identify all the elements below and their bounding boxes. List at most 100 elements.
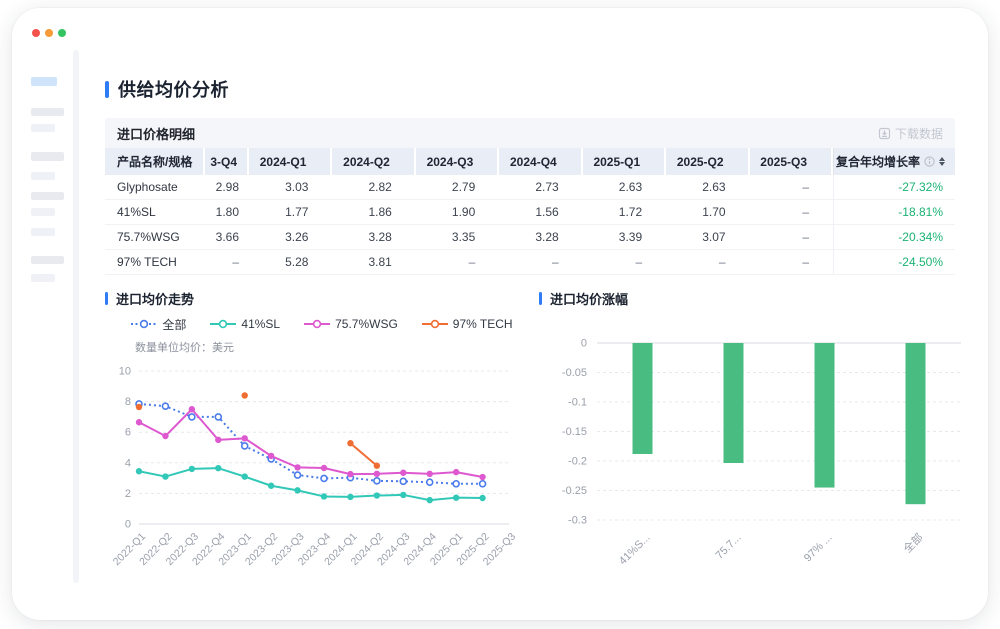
sidebar-item[interactable]	[31, 192, 64, 200]
chart-accent-bar	[539, 292, 542, 305]
line-chart-title: 进口均价走势	[116, 289, 194, 308]
price-cell: –	[583, 250, 666, 275]
cagr-cell: -20.34%	[833, 225, 955, 250]
table-body: Glyphosate2.983.032.822.792.732.632.63–-…	[105, 175, 955, 275]
bar-chart-panel: 进口均价涨幅 0-0.05-0.1-0.15-0.2-0.25-0.341%S.…	[539, 289, 967, 577]
price-cell: –	[666, 250, 749, 275]
download-data-button[interactable]: 下载数据	[878, 125, 943, 142]
svg-text:全部: 全部	[900, 530, 925, 555]
sort-icon[interactable]	[939, 157, 945, 166]
product-name-cell: 41%SL	[105, 200, 205, 225]
legend-item[interactable]: 97% TECH	[422, 317, 513, 331]
sidebar-item[interactable]	[31, 152, 64, 161]
app-window: 供给均价分析 进口价格明细 下载数据 产品名称/规格3-Q42024-Q1202…	[12, 8, 988, 620]
legend-marker-icon	[210, 319, 236, 329]
column-header: 2024-Q2	[332, 148, 415, 175]
column-header: 3-Q4	[205, 148, 249, 175]
sidebar-item[interactable]	[31, 124, 55, 132]
price-cell: 1.56	[499, 200, 582, 225]
legend-item[interactable]: 75.7%WSG	[304, 317, 398, 331]
column-header-label: 2024-Q1	[260, 155, 307, 169]
legend-marker-icon	[304, 319, 330, 329]
table-section-title: 进口价格明细	[117, 124, 195, 143]
svg-text:-0.2: -0.2	[568, 456, 587, 468]
price-cell: 1.72	[583, 200, 666, 225]
svg-text:2: 2	[125, 488, 131, 500]
legend-item[interactable]: 全部	[131, 316, 186, 333]
price-cell: 2.82	[332, 175, 415, 200]
sidebar-item[interactable]	[31, 108, 64, 116]
svg-text:0: 0	[581, 338, 587, 350]
price-cell: –	[750, 175, 833, 200]
page-header: 供给均价分析	[105, 76, 967, 102]
minimize-window-button[interactable]	[45, 29, 53, 37]
svg-text:8: 8	[125, 396, 131, 408]
price-cell: 1.80	[205, 200, 249, 225]
sidebar-item[interactable]	[31, 172, 55, 180]
price-cell: –	[416, 250, 499, 275]
price-cell: 3.03	[249, 175, 332, 200]
close-window-button[interactable]	[32, 29, 40, 37]
price-cell: –	[750, 250, 833, 275]
svg-text:10: 10	[119, 366, 131, 378]
column-header: 2024-Q4	[499, 148, 582, 175]
sidebar-item[interactable]	[31, 274, 55, 282]
info-icon[interactable]	[924, 156, 935, 167]
column-header: 2025-Q1	[583, 148, 666, 175]
line-chart-svg: 02468102022-Q12022-Q22022-Q32022-Q42023-…	[105, 355, 539, 577]
legend-label: 全部	[162, 316, 186, 333]
column-header-label: 2025-Q2	[677, 155, 724, 169]
column-header-label: 2024-Q3	[427, 155, 474, 169]
price-cell: 3.28	[499, 225, 582, 250]
column-header: 2024-Q3	[416, 148, 499, 175]
column-header-label: 3-Q4	[210, 155, 237, 169]
cagr-cell: -27.32%	[833, 175, 955, 200]
price-cell: 3.66	[205, 225, 249, 250]
legend-label: 75.7%WSG	[335, 317, 398, 331]
price-cell: 2.73	[499, 175, 582, 200]
svg-text:-0.1: -0.1	[568, 397, 587, 409]
sidebar-item[interactable]	[31, 208, 55, 216]
svg-text:41%S...: 41%S...	[617, 532, 653, 568]
line-chart-subtitle: 数量单位均价：美元	[135, 339, 539, 355]
price-cell: 3.81	[332, 250, 415, 275]
cagr-cell: -24.50%	[833, 250, 955, 275]
sidebar-divider	[73, 50, 79, 583]
bar-chart-svg: 0-0.05-0.1-0.15-0.2-0.25-0.341%S...75.7.…	[539, 308, 967, 570]
chart-accent-bar	[105, 292, 108, 305]
svg-text:75.7...: 75.7...	[714, 532, 744, 562]
svg-text:-0.3: -0.3	[568, 515, 587, 527]
legend-item[interactable]: 41%SL	[210, 317, 280, 331]
price-cell: 1.86	[332, 200, 415, 225]
bar-chart-title: 进口均价涨幅	[550, 289, 628, 308]
price-cell: 3.07	[666, 225, 749, 250]
product-name-cell: 97% TECH	[105, 250, 205, 275]
legend-marker-icon	[422, 319, 448, 329]
svg-text:-0.15: -0.15	[562, 426, 587, 438]
column-header: 2024-Q1	[249, 148, 332, 175]
sidebar-item[interactable]	[31, 228, 55, 236]
column-header-label: 2024-Q4	[510, 155, 557, 169]
price-cell: 5.28	[249, 250, 332, 275]
svg-text:6: 6	[125, 427, 131, 439]
column-header-label: 2025-Q1	[593, 155, 640, 169]
price-cell: 2.98	[205, 175, 249, 200]
sidebar-item-active[interactable]	[31, 77, 57, 86]
svg-text:0: 0	[125, 519, 131, 531]
sidebar-item[interactable]	[31, 256, 64, 264]
column-header: 产品名称/规格	[105, 148, 205, 175]
table-section-header: 进口价格明细 下载数据	[105, 118, 955, 148]
price-cell: 3.28	[332, 225, 415, 250]
zoom-window-button[interactable]	[58, 29, 66, 37]
product-name-cell: Glyphosate	[105, 175, 205, 200]
price-cell: 2.63	[666, 175, 749, 200]
price-cell: –	[750, 200, 833, 225]
legend-label: 41%SL	[241, 317, 280, 331]
price-cell: –	[205, 250, 249, 275]
download-icon	[878, 127, 891, 140]
price-cell: –	[499, 250, 582, 275]
column-header-label: 产品名称/规格	[117, 153, 192, 170]
svg-text:-0.25: -0.25	[562, 485, 587, 497]
price-cell: 3.26	[249, 225, 332, 250]
price-cell: 1.70	[666, 200, 749, 225]
